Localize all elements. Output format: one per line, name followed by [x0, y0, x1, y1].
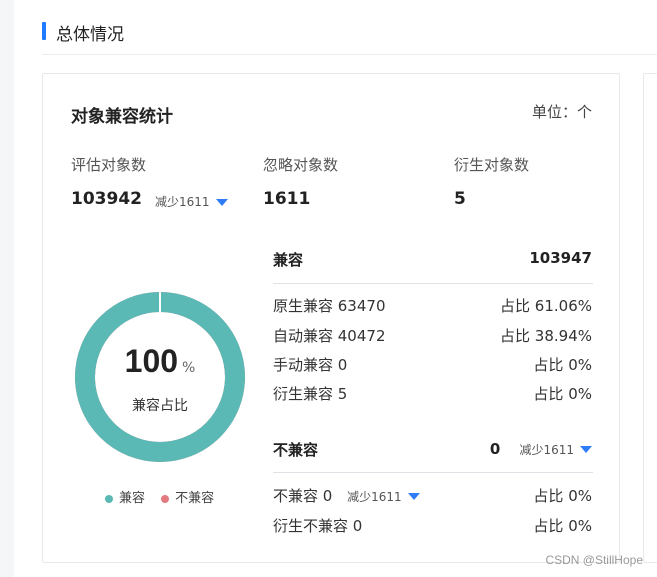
- donut-percent-sign: %: [182, 360, 196, 376]
- compatible-group-total: 103947: [529, 249, 592, 267]
- compat-row-derived-ratio: 占比 0%: [533, 385, 592, 403]
- incompat-row-derived-label: 衍生不兼容 0: [273, 517, 363, 535]
- compat-stats-card: 对象兼容统计 单位：个 评估对象数 103942 减少1611 忽略对象数 16…: [42, 73, 620, 563]
- triangle-down-icon: [580, 446, 592, 453]
- header-divider: [42, 54, 657, 55]
- card-title: 对象兼容统计: [71, 107, 173, 127]
- stat-evaluated-value: 103942: [71, 189, 142, 209]
- stat-derived-value: 5: [454, 189, 466, 209]
- compat-row-manual-ratio: 占比 0%: [533, 356, 592, 374]
- compat-row-auto-ratio: 占比 38.94%: [500, 327, 592, 345]
- compatible-group-title: 兼容: [273, 251, 304, 269]
- incompat-row-main: 不兼容 0 减少1611: [273, 485, 420, 506]
- delta-text: 减少1611: [155, 195, 210, 209]
- incompatible-divider: [273, 472, 593, 473]
- section-title: 总体情况: [56, 25, 124, 45]
- donut-percent-number: 100: [124, 343, 179, 379]
- stat-ignored-value: 1611: [263, 189, 311, 209]
- triangle-down-icon: [215, 199, 228, 206]
- compatible-divider: [273, 283, 593, 284]
- stat-evaluated-delta: 减少1611: [155, 193, 228, 210]
- incompatible-group-summary: 0 减少1611: [490, 439, 592, 458]
- stat-derived-label: 衍生对象数: [454, 156, 530, 174]
- incompatible-group-total: 0: [489, 440, 501, 458]
- stat-evaluated-label: 评估对象数: [71, 156, 147, 174]
- section-accent-bar: [42, 22, 46, 40]
- legend-item-compatible[interactable]: 兼容: [105, 491, 145, 506]
- donut-center-label: 兼容占比: [132, 398, 188, 414]
- stat-ignored-label: 忽略对象数: [263, 156, 339, 174]
- donut-center-value: 100%: [74, 343, 246, 380]
- donut-legend: 兼容 不兼容: [105, 487, 214, 506]
- left-rail: [0, 0, 14, 577]
- compat-row-manual-label: 手动兼容 0: [273, 356, 348, 374]
- incompat-row-main-delta: 减少1611: [347, 490, 402, 504]
- legend-dot-compatible: [105, 494, 113, 503]
- legend-dot-incompatible: [161, 494, 170, 503]
- incompatible-group-delta: 减少1611: [519, 443, 574, 457]
- unit-label: 单位：个: [531, 103, 592, 121]
- triangle-down-icon: [407, 493, 420, 500]
- compat-row-native-label: 原生兼容 63470: [273, 297, 386, 315]
- watermark: CSDN @StillHope: [545, 553, 643, 567]
- incompat-row-derived-ratio: 占比 0%: [533, 517, 592, 535]
- compat-row-native-ratio: 占比 61.06%: [500, 297, 592, 315]
- compat-donut-chart: 100% 兼容占比: [74, 291, 246, 463]
- incompat-row-main-label: 不兼容 0: [273, 487, 333, 505]
- next-card-edge: [643, 73, 657, 563]
- legend-item-incompatible[interactable]: 不兼容: [161, 491, 214, 506]
- compat-row-auto-label: 自动兼容 40472: [273, 327, 386, 345]
- incompatible-group-title: 不兼容: [273, 441, 319, 459]
- compat-row-derived-label: 衍生兼容 5: [273, 385, 348, 403]
- incompat-row-main-ratio: 占比 0%: [533, 487, 592, 505]
